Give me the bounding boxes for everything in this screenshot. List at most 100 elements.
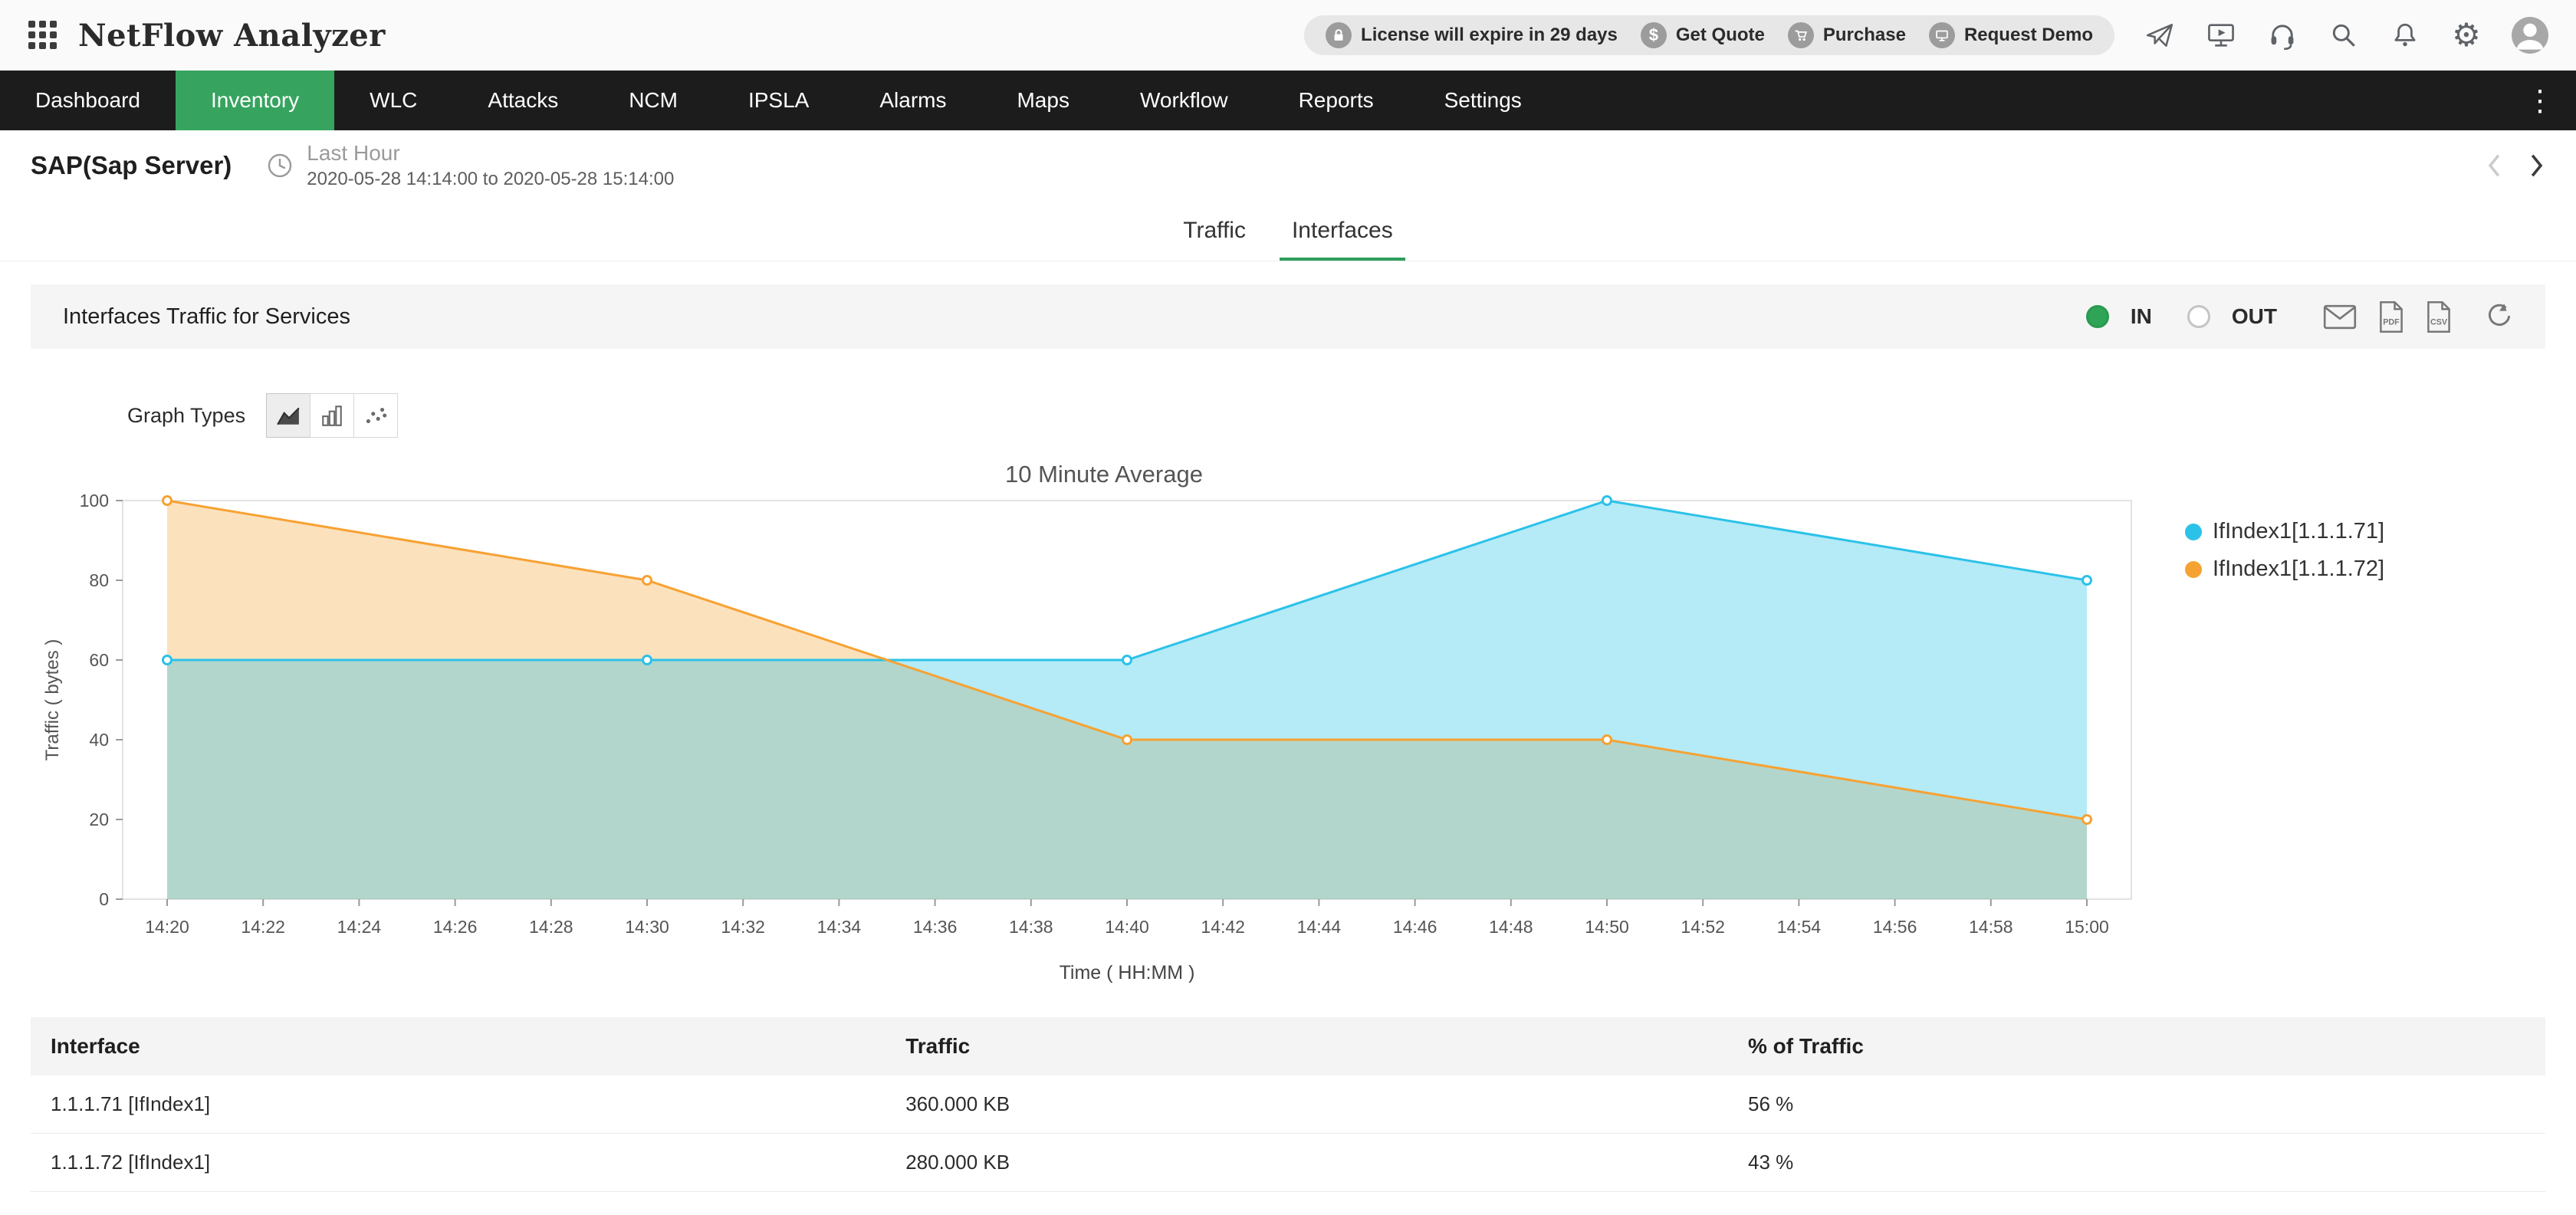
gear-icon[interactable]: ⚙	[2450, 19, 2482, 51]
svg-text:80: 80	[89, 570, 109, 590]
interfaces-table: Interface Traffic % of Traffic 1.1.1.71 …	[31, 1017, 2545, 1192]
table-row[interactable]: 1.1.1.72 [IfIndex1] 280.000 KB 43 %	[31, 1134, 2545, 1192]
graph-type-scatter-button[interactable]	[353, 393, 398, 438]
time-period[interactable]: Last Hour 2020-05-28 14:14:00 to 2020-05…	[307, 141, 674, 190]
cell-percent: 43 %	[1728, 1134, 2545, 1192]
user-avatar[interactable]	[2512, 17, 2548, 54]
nav-item-ncm[interactable]: NCM	[593, 71, 713, 130]
nav-item-reports[interactable]: Reports	[1263, 71, 1409, 130]
headset-icon[interactable]	[2266, 19, 2298, 51]
email-icon[interactable]	[2323, 304, 2357, 330]
traffic-area-chart[interactable]: 02040608010014:2014:2214:2414:2614:2814:…	[31, 488, 2177, 987]
nav-item-workflow[interactable]: Workflow	[1105, 71, 1263, 130]
svg-text:14:42: 14:42	[1201, 917, 1245, 937]
nav-item-wlc[interactable]: WLC	[334, 71, 452, 130]
svg-text:14:30: 14:30	[625, 917, 669, 937]
svg-text:40: 40	[89, 730, 109, 750]
chart-legend: IfIndex1[1.1.1.71] IfIndex1[1.1.1.72]	[2185, 519, 2384, 582]
refresh-icon[interactable]	[2484, 302, 2513, 331]
graph-type-area-button[interactable]	[266, 393, 310, 438]
bell-icon[interactable]	[2389, 19, 2421, 51]
nav-item-inventory[interactable]: Inventory	[176, 71, 334, 130]
period-label: Last Hour	[307, 141, 674, 166]
svg-text:CSV: CSV	[2430, 317, 2448, 327]
legend-label: IfIndex1[1.1.1.72]	[2213, 557, 2384, 582]
svg-text:14:56: 14:56	[1873, 917, 1917, 937]
clock-icon[interactable]	[265, 151, 294, 180]
top-header: NetFlow Analyzer License will expire in …	[0, 0, 2576, 71]
dollar-icon: $	[1641, 22, 1667, 48]
svg-text:14:52: 14:52	[1681, 917, 1725, 937]
column-header-percent[interactable]: % of Traffic	[1728, 1017, 2545, 1075]
svg-text:14:54: 14:54	[1777, 917, 1822, 937]
nav-item-dashboard[interactable]: Dashboard	[0, 71, 176, 130]
cell-percent: 56 %	[1728, 1075, 2545, 1134]
request-demo-badge[interactable]: Request Demo	[1929, 22, 2093, 48]
presentation-icon[interactable]	[2205, 19, 2237, 51]
svg-text:14:34: 14:34	[817, 917, 862, 937]
radio-in-label[interactable]: IN	[2131, 304, 2152, 329]
cart-icon	[1788, 22, 1814, 48]
search-icon[interactable]	[2328, 19, 2360, 51]
csv-export-icon[interactable]: CSV	[2426, 301, 2452, 333]
svg-text:Time ( HH:MM ): Time ( HH:MM )	[1060, 962, 1195, 983]
svg-text:14:38: 14:38	[1009, 917, 1053, 937]
svg-text:PDF: PDF	[2383, 317, 2400, 327]
svg-text:60: 60	[89, 650, 109, 670]
legend-dot	[2185, 524, 2202, 540]
pdf-export-icon[interactable]: PDF	[2378, 301, 2404, 333]
svg-text:14:20: 14:20	[145, 917, 189, 937]
nav-item-maps[interactable]: Maps	[981, 71, 1104, 130]
section-controls: IN OUT PDF CSV	[2086, 301, 2513, 333]
chevron-left-icon[interactable]	[2486, 152, 2504, 179]
legend-label: IfIndex1[1.1.1.71]	[2213, 519, 2384, 544]
svg-text:14:40: 14:40	[1105, 917, 1149, 937]
nav-item-attacks[interactable]: Attacks	[452, 71, 593, 130]
legend-item[interactable]: IfIndex1[1.1.1.71]	[2185, 519, 2384, 544]
svg-text:14:46: 14:46	[1393, 917, 1438, 937]
license-badge[interactable]: License will expire in 29 days	[1326, 22, 1618, 48]
nav-item-settings[interactable]: Settings	[1409, 71, 1557, 130]
radio-out-label[interactable]: OUT	[2232, 304, 2277, 329]
legend-item[interactable]: IfIndex1[1.1.1.72]	[2185, 557, 2384, 582]
table-header-row: Interface Traffic % of Traffic	[31, 1017, 2545, 1075]
nav-item-alarms[interactable]: Alarms	[844, 71, 981, 130]
graph-types-label: Graph Types	[127, 404, 245, 428]
cell-traffic: 280.000 KB	[886, 1134, 1728, 1192]
chevron-right-icon[interactable]	[2527, 152, 2545, 179]
radio-out[interactable]	[2187, 305, 2210, 328]
table-row[interactable]: 1.1.1.71 [IfIndex1] 360.000 KB 56 %	[31, 1075, 2545, 1134]
graph-type-bar-button[interactable]	[310, 393, 354, 438]
svg-text:14:26: 14:26	[433, 917, 478, 937]
view-tabs: Traffic Interfaces	[0, 199, 2576, 261]
app-title: NetFlow Analyzer	[78, 18, 386, 54]
svg-text:14:28: 14:28	[529, 917, 573, 937]
svg-text:14:24: 14:24	[337, 917, 382, 937]
cell-interface: 1.1.1.71 [IfIndex1]	[31, 1075, 886, 1134]
page-header-row: SAP(Sap Server) Last Hour 2020-05-28 14:…	[0, 130, 2576, 199]
graph-type-buttons	[267, 393, 398, 438]
chart-area: 02040608010014:2014:2214:2414:2614:2814:…	[0, 488, 2576, 987]
tab-traffic[interactable]: Traffic	[1171, 199, 1258, 261]
get-quote-badge[interactable]: $ Get Quote	[1641, 22, 1765, 48]
svg-text:20: 20	[89, 809, 109, 829]
purchase-badge[interactable]: Purchase	[1788, 22, 1906, 48]
badge-label: Request Demo	[1964, 25, 2093, 46]
svg-text:14:50: 14:50	[1585, 917, 1629, 937]
cell-interface: 1.1.1.72 [IfIndex1]	[31, 1134, 886, 1192]
tab-interfaces[interactable]: Interfaces	[1280, 199, 1405, 261]
legend-dot	[2185, 561, 2202, 578]
nav-item-ipsla[interactable]: IPSLA	[713, 71, 844, 130]
column-header-interface[interactable]: Interface	[31, 1017, 886, 1075]
column-header-traffic[interactable]: Traffic	[886, 1017, 1728, 1075]
svg-text:14:36: 14:36	[913, 917, 958, 937]
radio-in[interactable]	[2086, 305, 2109, 328]
svg-text:15:00: 15:00	[2065, 917, 2109, 937]
apps-grid-icon[interactable]	[28, 20, 58, 51]
nav-overflow-kebab-icon[interactable]: ⋮	[2504, 71, 2576, 130]
launch-icon[interactable]	[2144, 19, 2176, 51]
badge-label: License will expire in 29 days	[1361, 25, 1618, 46]
chart-title: 10 Minute Average	[31, 461, 2177, 488]
license-pill: License will expire in 29 days $ Get Quo…	[1304, 15, 2114, 55]
section-title: Interfaces Traffic for Services	[63, 304, 350, 330]
